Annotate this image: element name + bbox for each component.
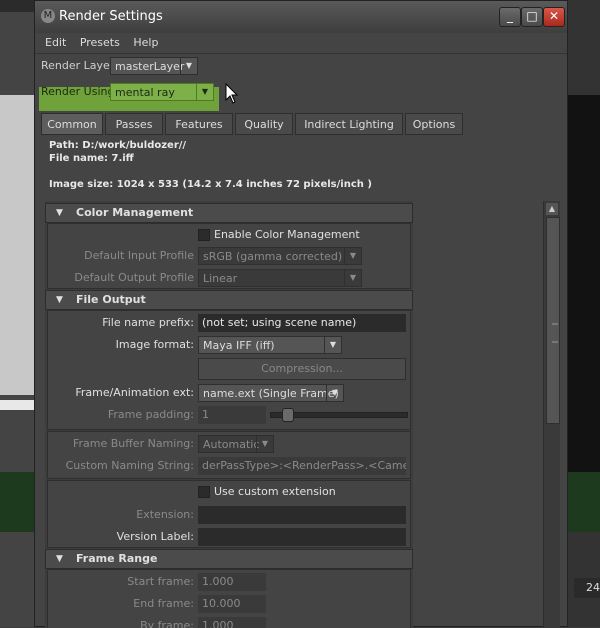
version-label-input[interactable] [198,528,406,546]
render-layer-value: masterLayer [115,60,185,73]
chevron-down-icon: ▼ [256,436,273,452]
frame-padding-input[interactable]: 1 [198,406,266,424]
tab-common[interactable]: Common [41,113,103,135]
viewport-panel-dark [568,95,600,475]
default-input-profile-value: sRGB (gamma corrected) [203,250,343,263]
maya-app-icon: M [41,9,55,23]
chevron-down-icon: ▼ [196,84,213,100]
extension-group: Use custom extension Extension: Version … [47,480,411,548]
frame-buffer-naming-dropdown[interactable]: Automatic ▼ [198,435,274,453]
vertical-scrollbar[interactable]: ▲ [543,201,560,628]
output-file-name: File name: 7.iff [49,153,134,164]
chevron-down-icon: ▼ [326,385,343,401]
close-button[interactable]: ✕ [543,7,565,27]
viewport-panel-edge [0,400,36,410]
by-frame-input[interactable]: 1.000 [198,617,266,628]
frame-range-title: Frame Range [76,552,158,565]
collapse-triangle-icon: ▼ [56,295,63,305]
chevron-down-icon: ▼ [180,58,197,74]
settings-scroll-area[interactable]: ▼ Color Management Enable Color Manageme… [45,201,413,628]
scrollbar-grip-icon [552,323,558,343]
chevron-down-icon: ▼ [324,337,341,353]
timeline-area [0,472,36,532]
toolbar-icons-strip [0,0,36,12]
scrollbar-thumb[interactable] [546,217,560,424]
tab-options[interactable]: Options [405,113,463,135]
default-input-profile-label: Default Input Profile [84,249,194,262]
frame-range-header[interactable]: ▼ Frame Range [45,549,413,569]
file-output-group: File name prefix: (not set; using scene … [47,310,411,430]
extension-label: Extension: [136,508,194,521]
tab-quality[interactable]: Quality [235,113,293,135]
render-using-label: Render Using [41,85,115,98]
default-input-profile-dropdown[interactable]: sRGB (gamma corrected) ▼ [198,247,362,265]
scroll-up-arrow-icon[interactable]: ▲ [546,203,558,215]
render-settings-window: M Render Settings _ □ ✕ Edit Presets Hel… [34,0,568,628]
tab-passes[interactable]: Passes [105,113,163,135]
tab-features[interactable]: Features [165,113,233,135]
render-using-value: mental ray [115,86,175,99]
timeline-area-right [568,472,600,532]
maximize-button[interactable]: □ [521,7,543,27]
use-custom-extension-checkbox[interactable] [198,486,210,498]
tab-indirect-lighting[interactable]: Indirect Lighting [295,113,403,135]
enable-color-management-checkbox[interactable] [198,229,210,241]
render-layer-label: Render Layer [41,59,115,72]
frame-padding-label: Frame padding: [107,408,194,421]
image-format-value: Maya IFF (iff) [203,339,275,352]
start-frame-label: Start frame: [127,575,194,588]
image-format-label: Image format: [115,338,194,351]
chevron-down-icon: ▼ [344,270,361,286]
default-output-profile-label: Default Output Profile [74,271,194,284]
mouse-cursor-icon [225,82,239,108]
window-title: Render Settings [59,9,163,24]
color-management-title: Color Management [76,206,194,219]
menu-help[interactable]: Help [133,33,158,53]
custom-naming-string-input[interactable]: derPassType>:<RenderPass>.<Camera> [198,457,406,475]
render-using-dropdown[interactable]: mental ray ▼ [110,83,214,101]
viewport-background-right: 24 [568,0,600,627]
render-layer-dropdown[interactable]: masterLayer ▼ [110,57,198,75]
menu-bar: Edit Presets Help [35,33,567,54]
frame-animation-ext-dropdown[interactable]: name.ext (Single Frame) ▼ [198,384,344,402]
custom-naming-string-label: Custom Naming String: [65,459,194,472]
extension-input[interactable] [198,506,406,524]
default-output-profile-value: Linear [203,272,238,285]
end-frame-label: End frame: [133,597,194,610]
output-path: Path: D:/work/buldozer// [49,140,187,151]
frame-counter[interactable]: 24 [574,578,600,598]
renderer-header: Render Layer masterLayer ▼ Render Using … [35,54,567,114]
collapse-triangle-icon: ▼ [56,208,63,218]
use-custom-extension-label: Use custom extension [214,485,336,498]
menu-edit[interactable]: Edit [45,33,66,53]
start-frame-input[interactable]: 1.000 [198,573,266,591]
menu-presets[interactable]: Presets [80,33,120,53]
file-output-title: File Output [76,293,146,306]
version-label-label: Version Label: [116,530,194,543]
viewport-background-left [0,0,36,627]
frame-buffer-naming-label: Frame Buffer Naming: [72,437,194,450]
default-output-profile-dropdown[interactable]: Linear ▼ [198,269,362,287]
file-output-header[interactable]: ▼ File Output [45,290,413,310]
frame-animation-ext-value: name.ext (Single Frame) [203,387,339,400]
image-format-dropdown[interactable]: Maya IFF (iff) ▼ [198,336,342,354]
compression-button[interactable]: Compression... [198,358,406,380]
file-name-prefix-label: File name prefix: [102,316,194,329]
image-size-info: Image size: 1024 x 533 (14.2 x 7.4 inche… [49,179,372,190]
viewport-panel [0,95,36,395]
collapse-triangle-icon: ▼ [56,554,63,564]
chevron-down-icon: ▼ [344,248,361,264]
frame-padding-slider-handle[interactable] [282,408,294,422]
color-management-header[interactable]: ▼ Color Management [45,203,413,223]
color-management-group: Enable Color Management Default Input Pr… [47,223,411,289]
end-frame-input[interactable]: 10.000 [198,595,266,613]
minimize-button[interactable]: _ [499,7,521,27]
title-bar[interactable]: M Render Settings _ □ ✕ [35,1,567,33]
frame-buffer-naming-value: Automatic [203,438,260,451]
frame-buffer-naming-group: Frame Buffer Naming: Automatic ▼ Custom … [47,431,411,479]
enable-color-management-label: Enable Color Management [214,228,360,241]
file-name-prefix-input[interactable]: (not set; using scene name) [198,314,406,332]
frame-range-group: Start frame: 1.000 End frame: 10.000 By … [47,569,411,628]
frame-animation-ext-label: Frame/Animation ext: [75,386,194,399]
